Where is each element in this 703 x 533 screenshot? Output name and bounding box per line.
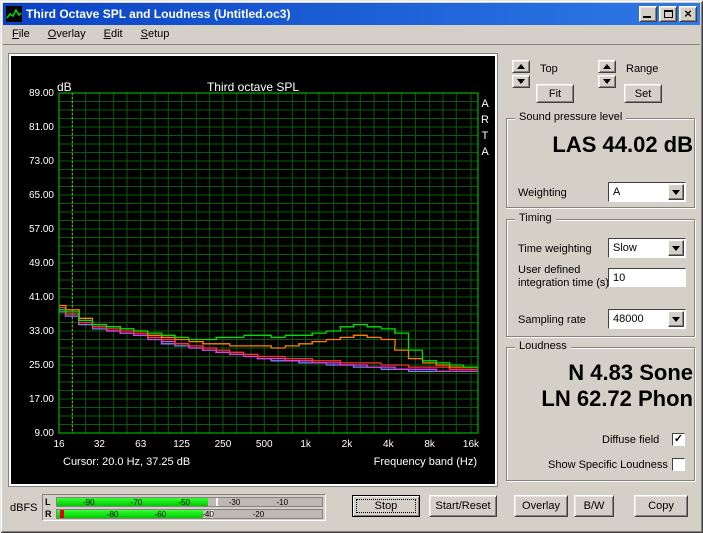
- time-weighting-select[interactable]: Slow: [608, 238, 686, 258]
- svg-text:41.00: 41.00: [29, 292, 54, 303]
- time-weighting-label: Time weighting: [518, 243, 592, 255]
- spl-chart-widget: 89.0081.0073.0065.0057.0049.0041.0033.00…: [11, 56, 495, 484]
- loudness-sone-readout: N 4.83 Sone: [568, 360, 693, 386]
- weighting-select[interactable]: A: [608, 182, 686, 202]
- svg-text:33.00: 33.00: [29, 326, 54, 337]
- chevron-down-icon[interactable]: [668, 311, 684, 327]
- left-channel-label: L: [45, 497, 56, 507]
- svg-text:16: 16: [53, 439, 65, 450]
- meter-row-right: R -80-60-40-20: [45, 508, 323, 519]
- diffuse-field-checkbox[interactable]: ✓: [672, 433, 685, 446]
- maximize-button[interactable]: [659, 6, 677, 22]
- maximize-icon: [664, 10, 673, 18]
- set-button[interactable]: Set: [624, 84, 662, 103]
- svg-text:65.00: 65.00: [29, 190, 54, 201]
- arta-watermark: ARTA: [479, 98, 491, 162]
- svg-text:25.00: 25.00: [29, 360, 54, 371]
- svg-text:250: 250: [215, 439, 232, 450]
- minimize-icon: [643, 16, 651, 18]
- menu-overlay[interactable]: Overlay: [39, 25, 95, 44]
- spl-group-legend: Sound pressure level: [515, 111, 626, 123]
- chart-panel: 89.0081.0073.0065.0057.0049.0041.0033.00…: [8, 53, 498, 487]
- loudness-phon-readout: LN 62.72 Phon: [541, 386, 693, 412]
- arrow-up-icon: [603, 64, 611, 69]
- overlay-button[interactable]: Overlay: [514, 495, 568, 517]
- chevron-down-icon[interactable]: [668, 184, 684, 200]
- app-icon: [6, 6, 22, 22]
- show-specific-loudness-checkbox[interactable]: [672, 458, 685, 471]
- top-up-button[interactable]: [512, 60, 530, 73]
- chart-title: Third octave SPL: [11, 80, 495, 94]
- app-window: Third Octave SPL and Loudness (Untitled.…: [0, 0, 703, 533]
- titlebar-buttons: ×: [639, 6, 697, 22]
- svg-text:500: 500: [256, 439, 273, 450]
- svg-text:63: 63: [135, 439, 147, 450]
- x-axis-label: Frequency band (Hz): [374, 456, 477, 468]
- close-button[interactable]: ×: [679, 6, 697, 22]
- svg-text:4k: 4k: [383, 439, 395, 450]
- timing-group-legend: Timing: [515, 212, 556, 224]
- plot-area[interactable]: 89.0081.0073.0065.0057.0049.0041.0033.00…: [11, 56, 495, 484]
- integration-label-line1: User defined: [518, 264, 580, 276]
- start-reset-button[interactable]: Start/Reset: [429, 495, 497, 517]
- sampling-rate-select[interactable]: 48000: [608, 309, 686, 329]
- cursor-readout: Cursor: 20.0 Hz, 37.25 dB: [63, 456, 190, 468]
- svg-text:16k: 16k: [463, 439, 480, 450]
- weighting-label: Weighting: [518, 187, 567, 199]
- menu-setup[interactable]: Setup: [132, 25, 179, 44]
- integration-time-input[interactable]: [608, 268, 686, 287]
- minimize-button[interactable]: [639, 6, 657, 22]
- diffuse-field-label: Diffuse field: [602, 434, 659, 446]
- integration-label-line2: integration time (s): [518, 277, 609, 289]
- titlebar[interactable]: Third Octave SPL and Loudness (Untitled.…: [3, 3, 700, 25]
- svg-text:57.00: 57.00: [29, 224, 54, 235]
- window-title: Third Octave SPL and Loudness (Untitled.…: [26, 7, 639, 21]
- range-label: Range: [626, 63, 658, 75]
- range-up-button[interactable]: [598, 60, 616, 73]
- dbfs-label: dBFS: [10, 502, 38, 514]
- svg-text:8k: 8k: [424, 439, 436, 450]
- svg-text:49.00: 49.00: [29, 258, 54, 269]
- sampling-rate-label: Sampling rate: [518, 314, 586, 326]
- sampling-rate-value: 48000: [609, 313, 668, 325]
- svg-text:81.00: 81.00: [29, 122, 54, 133]
- meter-row-left: L -90-70-50-30-10: [45, 496, 323, 507]
- svg-text:17.00: 17.00: [29, 394, 54, 405]
- svg-text:125: 125: [173, 439, 190, 450]
- left-level-meter: -90-70-50-30-10: [56, 497, 323, 507]
- right-level-meter: -80-60-40-20: [56, 509, 323, 519]
- bw-button[interactable]: B/W: [574, 495, 614, 517]
- svg-text:32: 32: [94, 439, 106, 450]
- svg-text:73.00: 73.00: [29, 156, 54, 167]
- arrow-down-icon: [603, 79, 611, 84]
- svg-text:1k: 1k: [300, 439, 312, 450]
- menubar: File Overlay Edit Setup: [3, 25, 700, 45]
- copy-button[interactable]: Copy: [634, 495, 688, 517]
- top-label: Top: [540, 63, 558, 75]
- loudness-group-legend: Loudness: [515, 340, 571, 352]
- right-channel-label: R: [45, 509, 56, 519]
- svg-text:9.00: 9.00: [35, 428, 55, 439]
- chevron-down-icon[interactable]: [668, 240, 684, 256]
- spl-readout: LAS 44.02 dB: [552, 132, 693, 158]
- close-icon: ×: [680, 7, 696, 21]
- top-down-button[interactable]: [512, 75, 530, 88]
- show-specific-loudness-label: Show Specific Loudness: [548, 459, 668, 471]
- time-weighting-value: Slow: [609, 242, 668, 254]
- level-meters: L -90-70-50-30-10 R -80-60-40-20: [42, 494, 326, 521]
- stop-button[interactable]: Stop: [352, 495, 420, 517]
- arrow-up-icon: [517, 64, 525, 69]
- menu-file[interactable]: File: [3, 25, 39, 44]
- menu-edit[interactable]: Edit: [95, 25, 132, 44]
- arrow-down-icon: [517, 79, 525, 84]
- svg-text:2k: 2k: [342, 439, 354, 450]
- weighting-value: A: [609, 186, 668, 198]
- range-down-button[interactable]: [598, 75, 616, 88]
- fit-button[interactable]: Fit: [536, 84, 574, 103]
